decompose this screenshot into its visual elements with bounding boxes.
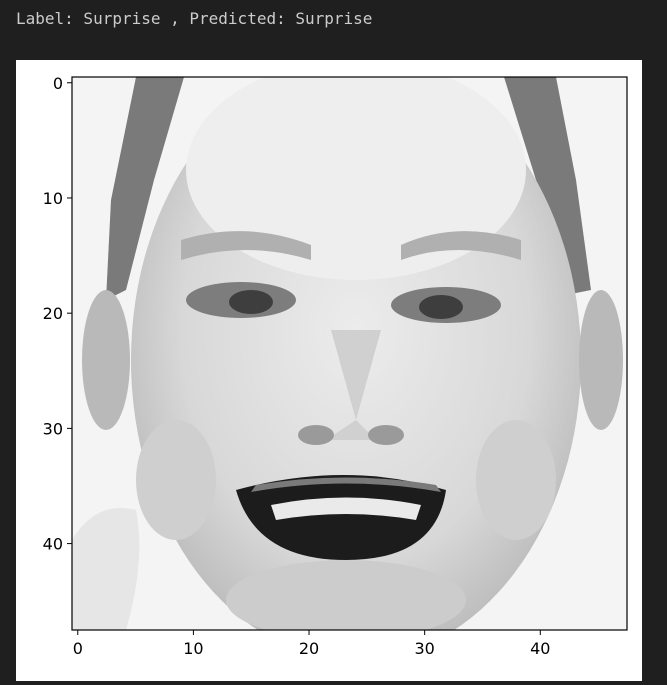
plot-svg: 0 10 20 30 40 0 10 20 30 40: [43, 74, 628, 658]
x-tick-label: 20: [299, 639, 319, 658]
face-image: [72, 77, 627, 630]
plot-figure: 0 10 20 30 40 0 10 20 30 40: [16, 60, 642, 681]
x-tick-label: 30: [414, 639, 434, 658]
y-tick-label: 40: [43, 535, 63, 554]
x-tick-label: 0: [73, 639, 83, 658]
y-tick-label: 0: [53, 74, 63, 93]
y-tick-label: 30: [43, 419, 63, 438]
x-tick-label: 40: [530, 639, 550, 658]
y-tick-label: 20: [43, 304, 63, 323]
x-axis: 0 10 20 30 40: [73, 630, 550, 658]
x-tick-label: 10: [183, 639, 203, 658]
y-axis: 0 10 20 30 40: [43, 74, 72, 554]
cell-output-text: Label: Surprise , Predicted: Surprise: [16, 9, 373, 28]
y-tick-label: 10: [43, 189, 63, 208]
